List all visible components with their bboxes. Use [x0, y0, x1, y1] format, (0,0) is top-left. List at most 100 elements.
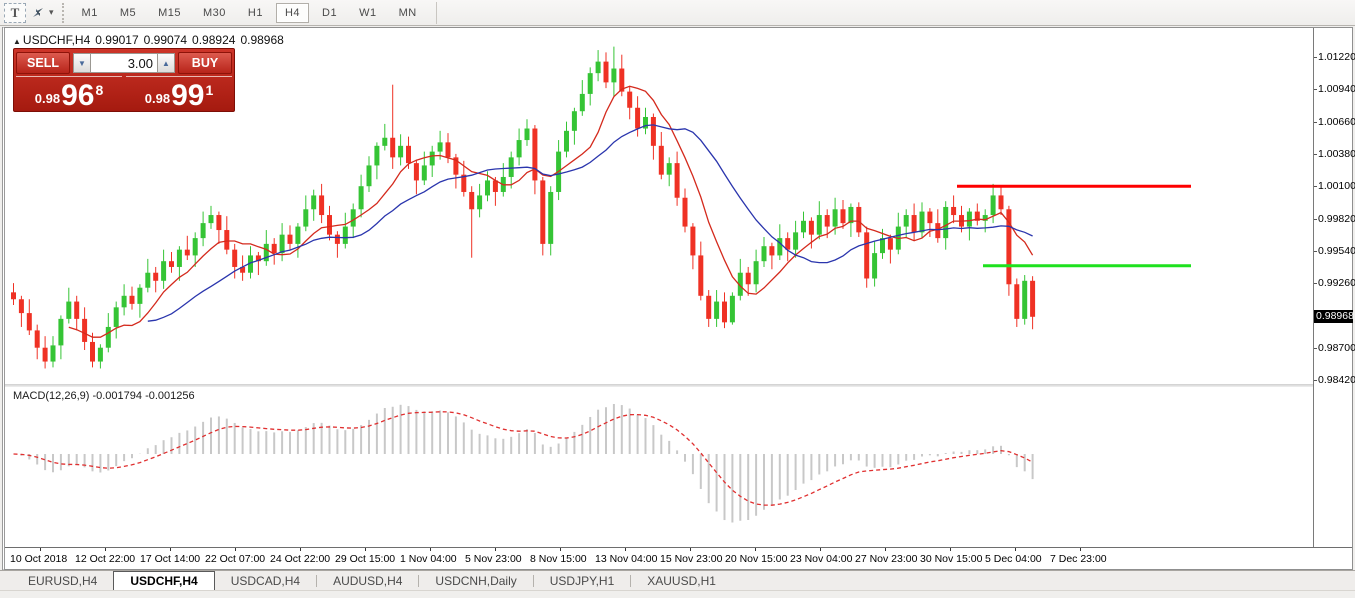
bull-candle — [66, 302, 71, 319]
bear-candle — [675, 163, 680, 198]
bull-candle — [817, 215, 822, 235]
buy-button[interactable]: BUY — [178, 52, 232, 74]
volume-decrease-button[interactable]: ▼ — [73, 53, 91, 73]
bull-candle — [303, 209, 308, 226]
timeframe-button-w1[interactable]: W1 — [350, 3, 386, 23]
buy-price-big: 99 — [171, 82, 204, 110]
bear-candle — [722, 302, 727, 323]
time-axis-label: 8 Nov 15:00 — [530, 553, 587, 565]
bull-candle — [920, 212, 925, 233]
bull-candle — [137, 288, 142, 304]
sell-price[interactable]: 0.98 96 8 — [16, 76, 122, 112]
volume-increase-button[interactable]: ▲ — [157, 53, 175, 73]
bear-candle — [935, 223, 940, 238]
price-axis-label: 0.98420 — [1318, 374, 1355, 386]
price-axis[interactable]: 0.98968 0.002492 0.00 -0.003913 1.012201… — [1313, 28, 1352, 547]
bull-candle — [177, 250, 182, 267]
time-axis-label: 29 Oct 15:00 — [335, 553, 395, 565]
bull-candle — [880, 238, 885, 253]
timeframe-button-m5[interactable]: M5 — [111, 3, 145, 23]
toolbar-grip[interactable] — [62, 3, 69, 23]
timeframe-button-h1[interactable]: H1 — [239, 3, 272, 23]
toolbar: T ▾ M1M5M15M30H1H4D1W1MN — [0, 0, 1355, 26]
bear-candle — [327, 215, 332, 235]
bull-candle — [161, 261, 166, 281]
bull-candle — [714, 302, 719, 319]
arrows-tool-button[interactable]: ▾ — [30, 3, 54, 23]
time-axis-tick — [690, 548, 691, 551]
bull-candle — [580, 94, 585, 111]
dropdown-caret-icon[interactable]: ▾ — [49, 7, 54, 18]
quote-high: 0.99074 — [144, 33, 187, 47]
bull-candle — [438, 142, 443, 151]
quote-low: 0.98924 — [192, 33, 235, 47]
chart-tab-xauusd[interactable]: XAUUSD,H1 — [631, 571, 732, 590]
bear-candle — [288, 235, 293, 244]
buy-price[interactable]: 0.98 99 1 — [126, 76, 232, 112]
timeframe-button-d1[interactable]: D1 — [313, 3, 346, 23]
bull-candle — [295, 227, 300, 244]
timeframe-button-h4[interactable]: H4 — [276, 3, 309, 23]
chart-tab-eurusd[interactable]: EURUSD,H4 — [12, 571, 113, 590]
chart-tab-usdcnh[interactable]: USDCNH,Daily — [419, 571, 532, 590]
collapse-panel-icon[interactable]: ▲ — [13, 37, 21, 46]
bull-candle — [280, 235, 285, 253]
time-axis-tick — [365, 548, 366, 551]
price-axis-label: 0.99540 — [1318, 245, 1355, 257]
bull-candle — [904, 215, 909, 227]
sell-price-big: 96 — [61, 82, 94, 110]
bull-candle — [588, 73, 593, 94]
bear-candle — [927, 212, 932, 224]
price-axis-label: 0.98700 — [1318, 342, 1355, 354]
bear-candle — [130, 296, 135, 304]
bear-candle — [627, 92, 632, 108]
macd-indicator-pane[interactable] — [5, 387, 1313, 547]
text-tool-button[interactable]: T — [4, 3, 26, 23]
timeframe-button-m30[interactable]: M30 — [194, 3, 235, 23]
bear-candle — [414, 163, 419, 180]
time-axis-tick — [755, 548, 756, 551]
bull-candle — [51, 345, 56, 361]
chart-tab-usdchf[interactable]: USDCHF,H4 — [113, 571, 214, 590]
bull-candle — [777, 238, 782, 255]
chart-tab-audusd[interactable]: AUDUSD,H4 — [317, 571, 418, 590]
timeframe-button-m15[interactable]: M15 — [149, 3, 190, 23]
chart-tab-usdjpy[interactable]: USDJPY,H1 — [534, 571, 630, 590]
bear-candle — [809, 221, 814, 235]
volume-input[interactable] — [91, 53, 157, 73]
bull-candle — [991, 195, 996, 215]
timeframe-button-m1[interactable]: M1 — [73, 3, 107, 23]
bull-candle — [382, 138, 387, 146]
time-axis-label: 7 Dec 23:00 — [1050, 553, 1107, 565]
bear-candle — [74, 302, 79, 319]
bear-candle — [153, 273, 158, 281]
one-click-trading-panel: SELL ▼ ▲ BUY 0.98 96 8 0.98 99 1 — [13, 48, 235, 112]
chart-tab-usdcad[interactable]: USDCAD,H4 — [215, 571, 316, 590]
text-tool-icon: T — [11, 5, 20, 21]
time-axis-tick — [235, 548, 236, 551]
bear-candle — [1030, 281, 1035, 317]
price-axis-label: 1.00100 — [1318, 180, 1355, 192]
time-axis-tick — [1015, 548, 1016, 551]
bear-candle — [540, 180, 545, 243]
bull-candle — [58, 319, 63, 346]
bull-candle — [793, 232, 798, 249]
bull-candle — [359, 186, 364, 209]
bear-candle — [232, 250, 237, 267]
time-axis[interactable]: 10 Oct 201812 Oct 22:0017 Oct 14:0022 Oc… — [5, 547, 1352, 569]
price-axis-label: 0.99820 — [1318, 213, 1355, 225]
macd-label: MACD(12,26,9) -0.001794 -0.001256 — [13, 390, 195, 402]
timeframe-button-mn[interactable]: MN — [390, 3, 426, 23]
buy-price-prefix: 0.98 — [145, 91, 170, 106]
bear-candle — [635, 108, 640, 129]
sell-button[interactable]: SELL — [16, 52, 70, 74]
bear-candle — [864, 232, 869, 278]
time-axis-label: 15 Nov 23:00 — [660, 553, 722, 565]
time-axis-tick — [170, 548, 171, 551]
bear-candle — [19, 299, 24, 313]
bear-candle — [825, 215, 830, 227]
time-axis-tick — [820, 548, 821, 551]
bull-candle — [477, 195, 482, 209]
bull-candle — [145, 273, 150, 288]
bull-candle — [343, 227, 348, 244]
